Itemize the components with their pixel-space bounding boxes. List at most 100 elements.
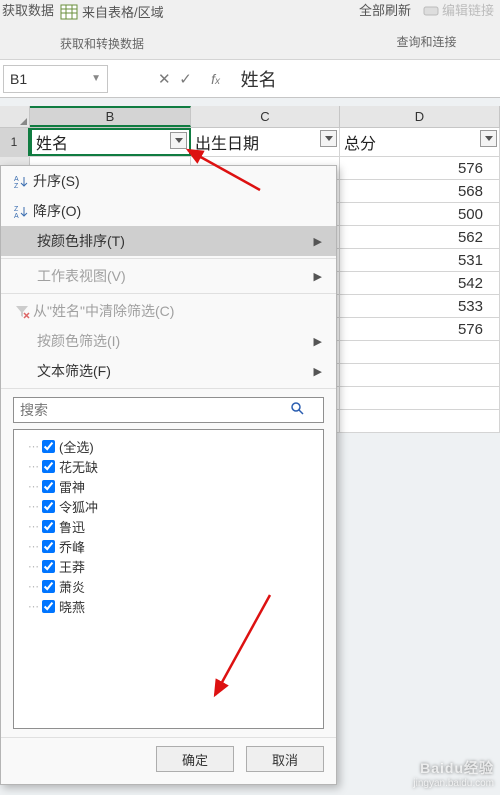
formula-value[interactable]: 姓名 <box>231 66 500 92</box>
filter-checkbox[interactable] <box>42 440 55 453</box>
fx-button[interactable]: fx <box>201 71 231 87</box>
submenu-arrow-icon: ▶ <box>314 365 322 378</box>
filter-search-input[interactable] <box>13 397 324 423</box>
filter-value-label: 萧炎 <box>59 577 85 596</box>
column-headers: B C D <box>0 106 500 128</box>
cell-D7[interactable]: 542 <box>340 272 500 294</box>
filter-checkbox[interactable] <box>42 480 55 493</box>
cell-D1[interactable]: 总分 <box>340 128 500 156</box>
filter-checkbox[interactable] <box>42 500 55 513</box>
confirm-formula-button[interactable]: ✓ <box>171 70 201 88</box>
tree-dots: ⋯ <box>28 540 38 553</box>
refresh-all-label: 全部刷新 <box>359 3 411 18</box>
get-data-label: 获取数据 <box>2 3 54 18</box>
filter-value-item[interactable]: ⋯ 萧炎 <box>18 576 319 596</box>
text-filter-item[interactable]: 文本筛选(F) ▶ <box>1 356 336 386</box>
cell-B1[interactable]: 姓名 <box>30 128 191 156</box>
filter-value-label: (全选) <box>59 437 94 456</box>
tree-dots: ⋯ <box>28 440 38 453</box>
from-table-label: 来自表格/区域 <box>82 2 164 21</box>
filter-values-list[interactable]: ⋯(全选)⋯花无缺⋯雷神⋯令狐冲⋯鲁迅⋯乔峰⋯王莽⋯萧炎⋯晓燕 <box>13 429 324 729</box>
sort-desc-icon: ZA <box>11 203 33 219</box>
tree-dots: ⋯ <box>28 520 38 533</box>
col-header-B[interactable]: B <box>30 106 191 127</box>
get-data-button[interactable]: 获取数据 <box>2 0 54 19</box>
filter-button-total[interactable] <box>480 130 497 147</box>
filter-button-name[interactable] <box>170 132 187 149</box>
sort-asc-item[interactable]: AZ 升序(S) <box>1 166 336 196</box>
row-header-1[interactable]: 1 <box>0 128 30 156</box>
sort-by-color-item[interactable]: 按颜色排序(T) ▶ <box>1 226 336 256</box>
svg-text:A: A <box>14 213 19 219</box>
cancel-formula-button[interactable]: ✕ <box>158 70 171 88</box>
cell-D3[interactable]: 568 <box>340 180 500 202</box>
submenu-arrow-icon: ▶ <box>314 270 322 283</box>
filter-by-color-item[interactable]: 按颜色筛选(I) ▶ <box>1 326 336 356</box>
cell-D9[interactable]: 576 <box>340 318 500 340</box>
cancel-button[interactable]: 取消 <box>246 746 324 772</box>
filter-value-label: 花无缺 <box>59 457 98 476</box>
clear-filter-item[interactable]: 从"姓名"中清除筛选(C) <box>1 296 336 326</box>
ribbon-group-data: 获取和转换数据 <box>0 21 164 52</box>
col-header-D[interactable]: D <box>340 106 500 127</box>
ribbon-group-conn: 查询和连接 <box>359 19 494 50</box>
select-all-cell[interactable] <box>0 106 30 127</box>
filter-checkbox[interactable] <box>42 540 55 553</box>
filter-checkbox[interactable] <box>42 520 55 533</box>
search-icon <box>290 401 306 417</box>
filter-value-label: 晓燕 <box>59 597 85 616</box>
link-icon <box>423 3 439 17</box>
refresh-all-button[interactable]: 全部刷新 <box>359 0 411 19</box>
cell-D2[interactable]: 576 <box>340 157 500 179</box>
filter-value-item[interactable]: ⋯雷神 <box>18 476 319 496</box>
col-header-C[interactable]: C <box>191 106 340 127</box>
filter-value-item[interactable]: ⋯令狐冲 <box>18 496 319 516</box>
name-box[interactable]: B1 ▼ <box>3 65 108 93</box>
tree-dots: ⋯ <box>28 500 38 513</box>
filter-value-item[interactable]: ⋯ (全选) <box>18 436 319 456</box>
tree-dots: ⋯ <box>28 580 38 593</box>
header-dob-label: 出生日期 <box>195 130 259 154</box>
submenu-arrow-icon: ▶ <box>314 235 322 248</box>
cell-D5[interactable]: 562 <box>340 226 500 248</box>
filter-value-item[interactable]: ⋯ 鲁迅 <box>18 516 319 536</box>
filter-checkbox[interactable] <box>42 460 55 473</box>
submenu-arrow-icon: ▶ <box>314 335 322 348</box>
header-total-label: 总分 <box>344 130 376 154</box>
cell-D4[interactable]: 500 <box>340 203 500 225</box>
filter-by-color-label: 按颜色筛选(I) <box>37 331 120 351</box>
svg-text:Z: Z <box>14 183 19 189</box>
svg-text:A: A <box>14 176 19 183</box>
cell-D6[interactable]: 531 <box>340 249 500 271</box>
sort-asc-label: 升序(S) <box>33 171 80 191</box>
sort-asc-icon: AZ <box>11 173 33 189</box>
watermark-url: jingyan.baidu.com <box>413 778 494 789</box>
text-filter-label: 文本筛选(F) <box>37 361 111 381</box>
cell-D8[interactable]: 533 <box>340 295 500 317</box>
ok-button[interactable]: 确定 <box>156 746 234 772</box>
watermark: Baidu经验 jingyan.baidu.com <box>413 758 494 789</box>
edit-links-label: 编辑链接 <box>442 0 494 19</box>
filter-checkbox[interactable] <box>42 600 55 613</box>
sheet-view-item[interactable]: 工作表视图(V) ▶ <box>1 261 336 291</box>
clear-filter-label: 从"姓名"中清除筛选(C) <box>33 301 174 321</box>
filter-value-label: 乔峰 <box>59 537 85 556</box>
filter-value-item[interactable]: ⋯ 晓燕 <box>18 596 319 616</box>
filter-button-dob[interactable] <box>320 130 337 147</box>
cell-C1[interactable]: 出生日期 <box>191 128 340 156</box>
from-table-button[interactable]: 来自表格/区域 <box>60 0 164 21</box>
filter-value-item[interactable]: ⋯王莽 <box>18 556 319 576</box>
filter-value-item[interactable]: ⋯ 乔峰 <box>18 536 319 556</box>
sheet-view-label: 工作表视图(V) <box>37 266 126 286</box>
edit-links-button[interactable]: 编辑链接 <box>423 0 494 19</box>
tree-dots: ⋯ <box>28 600 38 613</box>
filter-checkbox[interactable] <box>42 560 55 573</box>
sort-desc-item[interactable]: ZA 降序(O) <box>1 196 336 226</box>
filter-checkbox[interactable] <box>42 580 55 593</box>
filter-value-label: 鲁迅 <box>59 517 85 536</box>
sort-desc-label: 降序(O) <box>33 201 81 221</box>
name-box-value: B1 <box>10 71 91 87</box>
filter-value-item[interactable]: ⋯花无缺 <box>18 456 319 476</box>
funnel-clear-icon <box>11 303 33 319</box>
chevron-down-icon: ▼ <box>91 73 101 84</box>
